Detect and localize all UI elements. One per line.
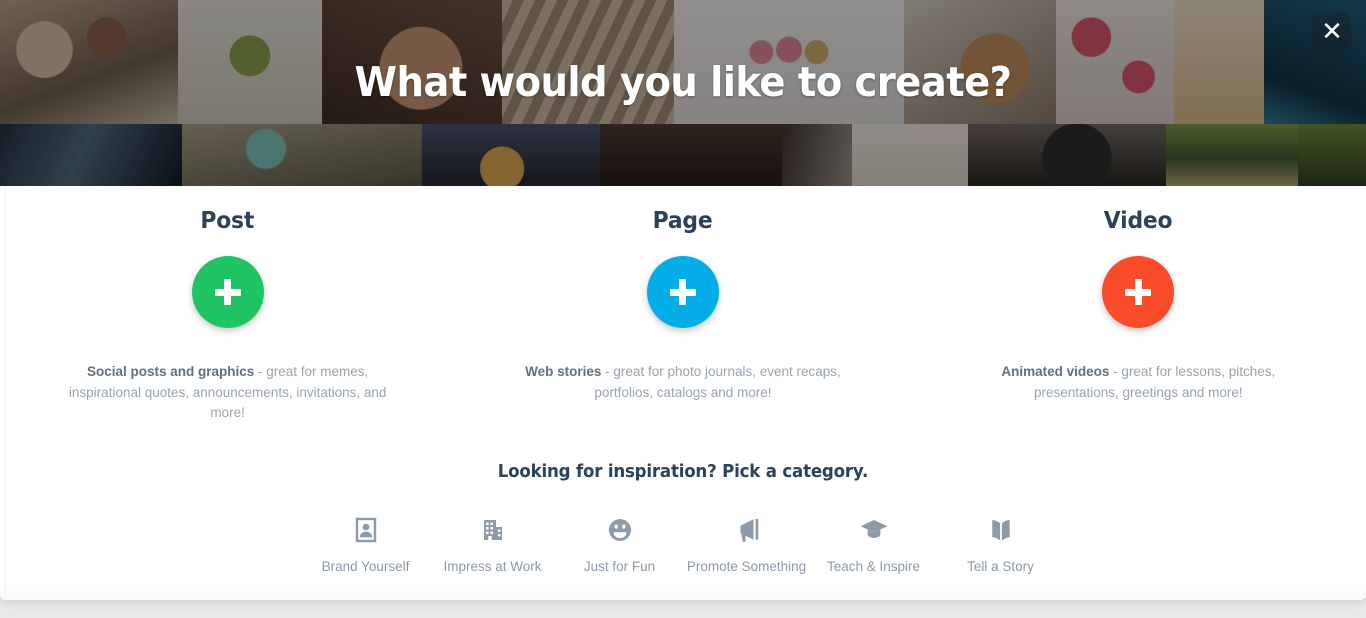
megaphone-icon: [732, 515, 762, 545]
plus-icon: [1125, 279, 1152, 305]
create-modal: What would you like to create? ✕ Post So…: [0, 0, 1366, 600]
card-title: Video: [1104, 208, 1173, 234]
plus-icon: [669, 279, 696, 305]
card-description: Web stories - great for photo journals, …: [518, 362, 848, 403]
modal-title: What would you like to create?: [354, 58, 1012, 106]
category-promote-something[interactable]: Promote Something: [683, 515, 810, 574]
create-post-button[interactable]: [191, 256, 264, 328]
card-description-rest: - great for photo journals, event recaps…: [594, 364, 841, 400]
category-teach-and-inspire[interactable]: Teach & Inspire: [810, 515, 937, 574]
category-brand-yourself[interactable]: Brand Yourself: [302, 515, 429, 574]
hero-banner: What would you like to create? ✕: [0, 0, 1366, 186]
category-impress-at-work[interactable]: Impress at Work: [429, 515, 556, 574]
card-description-bold: Social posts and graphics: [86, 364, 255, 379]
smiley-face-icon: [606, 515, 634, 545]
card-title: Page: [653, 208, 713, 234]
office-building-icon: [479, 515, 507, 545]
portrait-card-icon: [352, 515, 380, 545]
create-options: Post Social posts and graphics - great f…: [0, 186, 1366, 424]
close-button[interactable]: ✕: [1313, 13, 1351, 51]
create-option-post[interactable]: Post Social posts and graphics - great f…: [0, 208, 455, 424]
card-description-bold: Web stories: [525, 364, 602, 379]
graduation-cap-icon: [859, 515, 889, 545]
category-label: Tell a Story: [967, 558, 1034, 574]
inspiration-title: Looking for inspiration? Pick a category…: [497, 461, 869, 482]
category-label: Brand Yourself: [321, 558, 410, 574]
category-label: Promote Something: [686, 558, 807, 574]
create-option-video[interactable]: Video Animated videos - great for lesson…: [911, 208, 1366, 424]
card-description: Social posts and graphics - great for me…: [63, 362, 393, 424]
category-list: Brand Yourself Impress at Work Just for …: [0, 515, 1366, 574]
open-book-icon: [987, 515, 1015, 545]
card-description: Animated videos - great for lessons, pit…: [973, 362, 1303, 403]
create-video-button[interactable]: [1102, 256, 1175, 328]
left-edge-rule: [5, 186, 6, 600]
plus-icon: [214, 279, 241, 305]
inspiration-section: Looking for inspiration? Pick a category…: [0, 462, 1366, 574]
card-title: Post: [200, 208, 255, 234]
category-label: Just for Fun: [583, 558, 656, 574]
category-just-for-fun[interactable]: Just for Fun: [556, 515, 683, 574]
create-page-button[interactable]: [646, 256, 719, 328]
modal-bottom-edge: [0, 582, 1366, 600]
close-icon: ✕: [1321, 17, 1343, 47]
category-label: Teach & Inspire: [826, 558, 921, 574]
category-tell-a-story[interactable]: Tell a Story: [937, 515, 1064, 574]
card-description-bold: Animated videos: [1001, 364, 1110, 379]
create-option-page[interactable]: Page Web stories - great for photo journ…: [455, 208, 910, 424]
category-label: Impress at Work: [443, 558, 542, 574]
